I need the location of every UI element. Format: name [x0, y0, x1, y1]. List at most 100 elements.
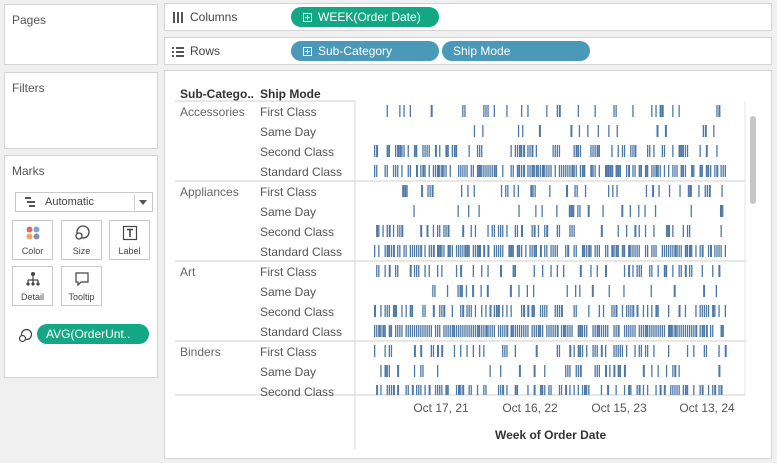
- order-week-mark[interactable]: [437, 345, 439, 357]
- order-week-mark[interactable]: [644, 165, 647, 177]
- order-week-mark[interactable]: [588, 245, 591, 257]
- order-week-mark[interactable]: [680, 245, 682, 257]
- order-week-mark[interactable]: [598, 145, 600, 157]
- order-week-mark[interactable]: [455, 325, 458, 337]
- order-week-mark[interactable]: [504, 345, 506, 357]
- order-week-mark[interactable]: [556, 145, 558, 157]
- order-week-mark[interactable]: [584, 165, 586, 177]
- order-week-mark[interactable]: [587, 125, 589, 137]
- order-week-mark[interactable]: [623, 145, 626, 157]
- order-week-mark[interactable]: [668, 225, 670, 237]
- order-week-mark[interactable]: [485, 105, 487, 117]
- order-week-mark[interactable]: [705, 325, 708, 337]
- order-week-mark[interactable]: [596, 265, 598, 277]
- order-week-mark[interactable]: [605, 325, 607, 337]
- order-week-mark[interactable]: [720, 165, 722, 177]
- order-week-mark[interactable]: [472, 345, 474, 357]
- order-week-mark[interactable]: [428, 385, 431, 395]
- order-week-mark[interactable]: [703, 305, 705, 317]
- order-week-mark[interactable]: [422, 365, 424, 377]
- order-week-mark[interactable]: [413, 345, 416, 357]
- order-week-mark[interactable]: [392, 225, 395, 237]
- order-week-mark[interactable]: [552, 145, 554, 157]
- order-week-mark[interactable]: [467, 185, 469, 197]
- order-week-mark[interactable]: [376, 165, 378, 177]
- order-week-mark[interactable]: [443, 165, 445, 177]
- order-week-mark[interactable]: [691, 165, 694, 177]
- order-week-mark[interactable]: [530, 185, 533, 197]
- order-week-mark[interactable]: [384, 265, 386, 277]
- order-week-mark[interactable]: [439, 325, 441, 337]
- order-week-mark[interactable]: [527, 105, 529, 117]
- order-week-mark[interactable]: [458, 385, 460, 395]
- order-week-mark[interactable]: [447, 325, 449, 337]
- order-week-mark[interactable]: [672, 245, 674, 257]
- order-week-mark[interactable]: [486, 285, 489, 297]
- order-week-mark[interactable]: [497, 325, 500, 337]
- order-week-mark[interactable]: [623, 285, 625, 297]
- order-week-mark[interactable]: [380, 305, 382, 317]
- order-week-mark[interactable]: [497, 385, 500, 395]
- order-week-mark[interactable]: [397, 365, 400, 377]
- order-week-mark[interactable]: [413, 265, 416, 277]
- order-week-mark[interactable]: [682, 385, 684, 395]
- ship-mode-pill[interactable]: Ship Mode: [442, 41, 590, 61]
- order-week-mark[interactable]: [705, 145, 708, 157]
- order-week-mark[interactable]: [608, 285, 610, 297]
- order-week-mark[interactable]: [565, 385, 568, 395]
- subcategory-label[interactable]: Accessories: [180, 105, 245, 119]
- order-week-mark[interactable]: [395, 325, 397, 337]
- order-week-mark[interactable]: [521, 325, 523, 337]
- order-week-mark[interactable]: [581, 325, 584, 337]
- order-week-mark[interactable]: [539, 385, 542, 395]
- order-week-mark[interactable]: [628, 265, 631, 277]
- order-week-mark[interactable]: [576, 185, 578, 197]
- order-week-mark[interactable]: [579, 165, 582, 177]
- order-week-mark[interactable]: [661, 325, 663, 337]
- order-week-mark[interactable]: [594, 105, 596, 117]
- order-week-mark[interactable]: [399, 325, 401, 337]
- order-week-mark[interactable]: [401, 225, 404, 237]
- order-week-mark[interactable]: [554, 145, 556, 157]
- order-week-mark[interactable]: [598, 165, 600, 177]
- order-week-mark[interactable]: [552, 245, 554, 257]
- order-week-mark[interactable]: [409, 305, 412, 317]
- order-week-mark[interactable]: [602, 305, 605, 317]
- order-week-mark[interactable]: [443, 305, 446, 317]
- order-week-mark[interactable]: [401, 165, 403, 177]
- order-week-mark[interactable]: [390, 325, 393, 337]
- order-week-mark[interactable]: [493, 245, 495, 257]
- order-week-mark[interactable]: [640, 165, 642, 177]
- order-week-mark[interactable]: [392, 165, 395, 177]
- order-week-mark[interactable]: [682, 325, 684, 337]
- order-week-mark[interactable]: [512, 245, 514, 257]
- order-week-mark[interactable]: [642, 325, 645, 337]
- order-week-mark[interactable]: [434, 285, 436, 297]
- order-week-mark[interactable]: [566, 285, 568, 297]
- order-week-mark[interactable]: [674, 245, 677, 257]
- order-week-mark[interactable]: [638, 245, 640, 257]
- order-week-mark[interactable]: [670, 385, 672, 395]
- order-week-mark[interactable]: [720, 205, 722, 217]
- order-week-mark[interactable]: [480, 285, 482, 297]
- order-week-mark[interactable]: [565, 165, 567, 177]
- order-week-mark[interactable]: [549, 185, 551, 197]
- order-week-mark[interactable]: [566, 185, 568, 197]
- order-week-mark[interactable]: [439, 145, 441, 157]
- order-week-mark[interactable]: [563, 165, 565, 177]
- shipmode-label[interactable]: Standard Class: [260, 165, 342, 179]
- order-week-mark[interactable]: [416, 325, 418, 337]
- order-week-mark[interactable]: [426, 325, 428, 337]
- order-week-mark[interactable]: [493, 225, 495, 237]
- order-week-mark[interactable]: [704, 125, 707, 137]
- order-week-mark[interactable]: [657, 265, 659, 277]
- order-week-mark[interactable]: [405, 245, 407, 257]
- order-week-mark[interactable]: [546, 325, 548, 337]
- order-week-mark[interactable]: [401, 325, 403, 337]
- order-week-mark[interactable]: [466, 165, 468, 177]
- order-week-mark[interactable]: [674, 165, 676, 177]
- order-week-mark[interactable]: [521, 145, 523, 157]
- order-week-mark[interactable]: [600, 325, 603, 337]
- order-week-mark[interactable]: [439, 305, 441, 317]
- order-week-mark[interactable]: [647, 245, 649, 257]
